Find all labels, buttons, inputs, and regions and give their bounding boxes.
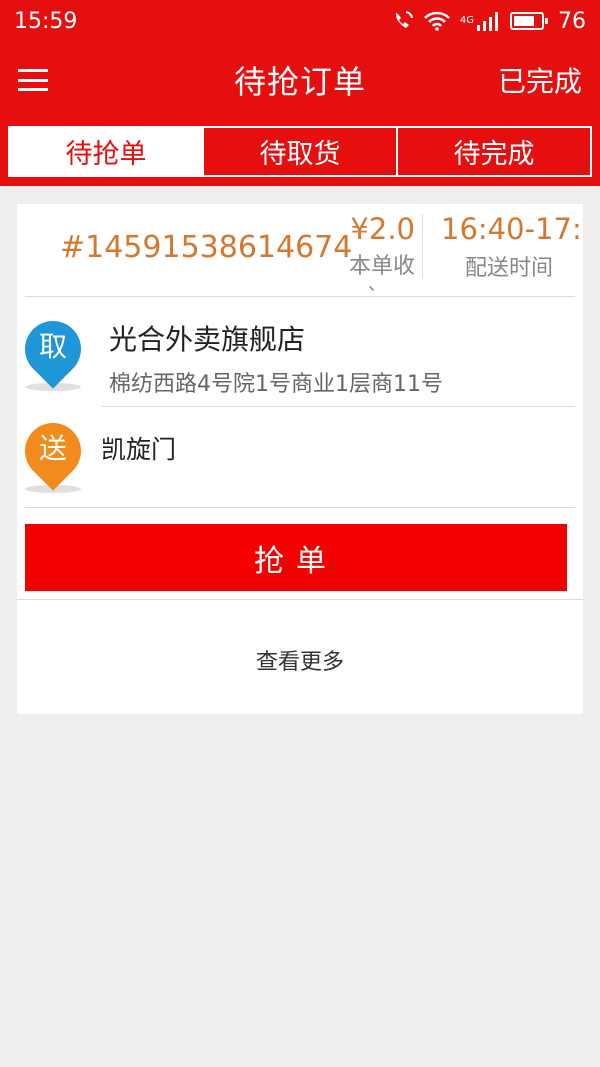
tab-pending-grab[interactable]: 待抢单	[10, 128, 202, 175]
pickup-address: 棉纺西路4号院1号商业1层商11号	[109, 372, 443, 397]
pickup-shop-name: 光合外卖旗舰店	[109, 323, 306, 356]
delivery-time-block: 16:40-17: 配送时间	[435, 212, 583, 282]
order-fee: ¥2.0	[350, 212, 415, 246]
pickup-pin-icon: 取	[13, 309, 93, 393]
phone-call-icon	[395, 11, 413, 28]
app-bar: 待抢订单 已完成	[0, 42, 600, 118]
signal-icon	[477, 12, 498, 31]
status-icons: 4G 76	[392, 9, 586, 34]
divider	[17, 599, 583, 600]
delivery-time-label: 配送时间	[464, 256, 553, 281]
divider	[422, 214, 423, 278]
completed-orders-link[interactable]: 已完成	[498, 60, 582, 100]
status-time: 15:59	[14, 8, 78, 34]
order-card: #14591538614674 ¥2.0 本单收 、 16:40-17: 配送时…	[13, 204, 583, 714]
divider	[25, 507, 575, 508]
order-id: #14591538614674	[60, 230, 353, 265]
view-more-link[interactable]: 查看更多	[17, 644, 583, 676]
menu-icon[interactable]	[18, 69, 48, 91]
battery-level: 76	[558, 8, 586, 34]
dropoff-pin-icon: 送	[13, 411, 93, 495]
divider	[101, 406, 575, 407]
dropoff-name: 凯旋门	[101, 435, 177, 464]
wifi-icon	[423, 11, 450, 31]
delivery-time: 16:40-17:	[441, 212, 582, 246]
network-type: 4G	[459, 14, 474, 26]
order-fee-extra: 、	[368, 274, 386, 295]
fee-block: ¥2.0 本单收 、	[339, 212, 415, 295]
battery-icon	[510, 12, 548, 30]
order-tabs: 待抢单 待取货 待完成	[0, 118, 600, 186]
tab-pending-complete[interactable]: 待完成	[396, 128, 590, 175]
tab-pending-pickup[interactable]: 待取货	[202, 128, 396, 175]
order-header: #14591538614674 ¥2.0 本单收 、 16:40-17: 配送时…	[17, 204, 583, 296]
divider	[25, 296, 575, 297]
grab-order-button[interactable]: 抢单	[25, 524, 567, 591]
status-bar: 15:59 4G 76	[0, 0, 600, 42]
